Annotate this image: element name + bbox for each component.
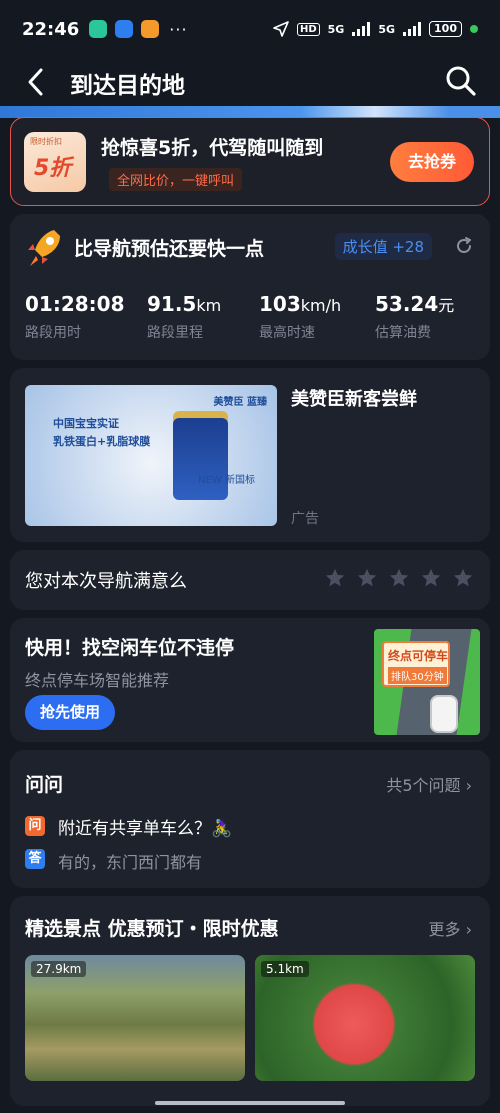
parking-illustration[interactable]: 终点可停车 排队30分钟 — [374, 629, 480, 735]
parking-card: 快用！找空闲车位不违停 终点停车场智能推荐 抢先使用 终点可停车 排队30分钟 — [10, 618, 490, 742]
stat-value: 53.24元 — [375, 292, 455, 316]
stat-value: 103km/h — [259, 292, 342, 316]
ad-brand: 美赞臣 蓝臻 — [213, 397, 267, 408]
growth-badge: 成长值 +28 — [334, 233, 432, 260]
product-can — [173, 418, 228, 500]
back-arrow-icon[interactable] — [22, 66, 52, 98]
scenic-photo[interactable]: 27.9km — [25, 955, 245, 1081]
signal-icon — [403, 22, 422, 36]
star-icon[interactable] — [388, 567, 410, 589]
qa-question[interactable]: 附近有共享单车么？🚴‍♀️ — [58, 814, 232, 839]
ad-title[interactable]: 美赞臣新客尝鲜 — [291, 385, 417, 411]
star-icon[interactable] — [452, 567, 474, 589]
parking-sign-text: 排队30分钟 — [388, 667, 447, 684]
status-time: 22:46 — [22, 18, 80, 40]
ad-card[interactable]: 中国宝宝实证 乳铁蛋白+乳脂球膜 美赞臣 蓝臻 NEW 新国标 美赞臣新客尝鲜 … — [10, 368, 490, 542]
app-notification-icon — [89, 20, 108, 38]
ad-label: 广告 — [291, 511, 319, 527]
hd-icon: HD — [296, 22, 320, 36]
question-badge: 问 — [25, 816, 45, 836]
more-notifications-icon: ··· — [169, 19, 188, 39]
search-icon[interactable] — [444, 64, 478, 98]
scenic-card: 精选景点 优惠预订・限时优惠 更多 › 27.9km 5.1km — [10, 896, 490, 1106]
nav-header: 到达目的地 — [0, 58, 500, 106]
answer-badge: 答 — [25, 849, 45, 869]
star-rating[interactable] — [324, 567, 474, 589]
ad-new-tag: NEW 新国标 — [198, 475, 255, 486]
distance-badge: 27.9km — [31, 961, 87, 977]
stat-label: 估算油费 — [375, 325, 431, 341]
stat-value: 91.5km — [147, 292, 222, 316]
rating-card: 您对本次导航满意么 — [10, 550, 490, 610]
scenic-more-link[interactable]: 更多 › — [429, 916, 473, 940]
qa-card[interactable]: 问问 共5个问题 › 问 附近有共享单车么？🚴‍♀️ 答 有的，东门西门都有 — [10, 750, 490, 888]
rating-question: 您对本次导航满意么 — [25, 571, 187, 592]
location-arrow-icon — [273, 21, 289, 37]
stat-value: 01:28:08 — [25, 292, 125, 316]
ad-image-text: 中国宝宝实证 — [53, 417, 119, 430]
ad-image[interactable]: 中国宝宝实证 乳铁蛋白+乳脂球膜 美赞臣 蓝臻 NEW 新国标 — [25, 385, 277, 526]
star-icon[interactable] — [356, 567, 378, 589]
promo-icon-text: 5折 — [34, 156, 72, 181]
distance-badge: 5.1km — [261, 961, 309, 977]
signal-icon — [352, 22, 371, 36]
qa-title: 问问 — [25, 774, 64, 796]
parking-sign-text: 终点可停车 — [388, 649, 449, 663]
promo-title: 抢惊喜5折，代驾随叫随到 — [101, 137, 324, 159]
stat-duration: 01:28:08 路段用时 — [25, 292, 125, 342]
status-right: HD 5G 5G 100 — [273, 21, 478, 37]
trip-stats-card: 比导航预估还要快一点 成长值 +28 01:28:08 路段用时 91.5km … — [10, 214, 490, 360]
battery-icon: 100 — [429, 21, 462, 37]
status-bar: 22:46 ··· HD 5G 5G 100 — [0, 0, 500, 58]
scenic-title: 精选景点 优惠预订・限时优惠 — [25, 918, 279, 940]
promo-subtitle: 全网比价，一键呼叫 — [109, 168, 243, 191]
stat-fuel-cost: 53.24元 估算油费 — [375, 292, 454, 342]
app-notification-icon — [115, 20, 134, 38]
qa-answer: 有的，东门西门都有 — [58, 853, 203, 872]
parking-title: 快用！找空闲车位不违停 — [25, 637, 235, 659]
network-label: 5G — [378, 22, 396, 36]
try-now-button[interactable]: 抢先使用 — [25, 695, 115, 730]
promo-banner[interactable]: 限时折扣 5折 抢惊喜5折，代驾随叫随到 全网比价，一键呼叫 去抢券 — [10, 117, 490, 206]
stat-label: 路段用时 — [25, 325, 81, 341]
stat-max-speed: 103km/h 最高时速 — [259, 292, 341, 342]
star-icon[interactable] — [420, 567, 442, 589]
star-icon[interactable] — [324, 567, 346, 589]
qa-count-link[interactable]: 共5个问题 › — [386, 772, 472, 796]
car-icon — [430, 695, 458, 733]
home-indicator[interactable] — [155, 1101, 345, 1105]
privacy-indicator-icon — [470, 25, 478, 33]
stat-distance: 91.5km 路段里程 — [147, 292, 221, 342]
stats-title: 比导航预估还要快一点 — [74, 238, 265, 260]
ad-image-text: 乳铁蛋白+乳脂球膜 — [53, 435, 151, 448]
promo-icon-tag: 限时折扣 — [30, 137, 62, 146]
scenic-photo[interactable]: 5.1km — [255, 955, 475, 1081]
app-notification-icon — [141, 20, 160, 38]
refresh-icon[interactable] — [454, 236, 474, 256]
discount-coupon-icon: 限时折扣 5折 — [24, 132, 86, 192]
network-label: 5G — [327, 22, 345, 36]
rocket-icon — [28, 230, 60, 266]
parking-sign: 终点可停车 排队30分钟 — [382, 641, 450, 687]
page-title: 到达目的地 — [70, 73, 185, 99]
parking-subtitle: 终点停车场智能推荐 — [25, 671, 170, 690]
stat-label: 最高时速 — [259, 325, 315, 341]
stat-label: 路段里程 — [147, 325, 203, 341]
claim-coupon-button[interactable]: 去抢券 — [390, 142, 474, 182]
